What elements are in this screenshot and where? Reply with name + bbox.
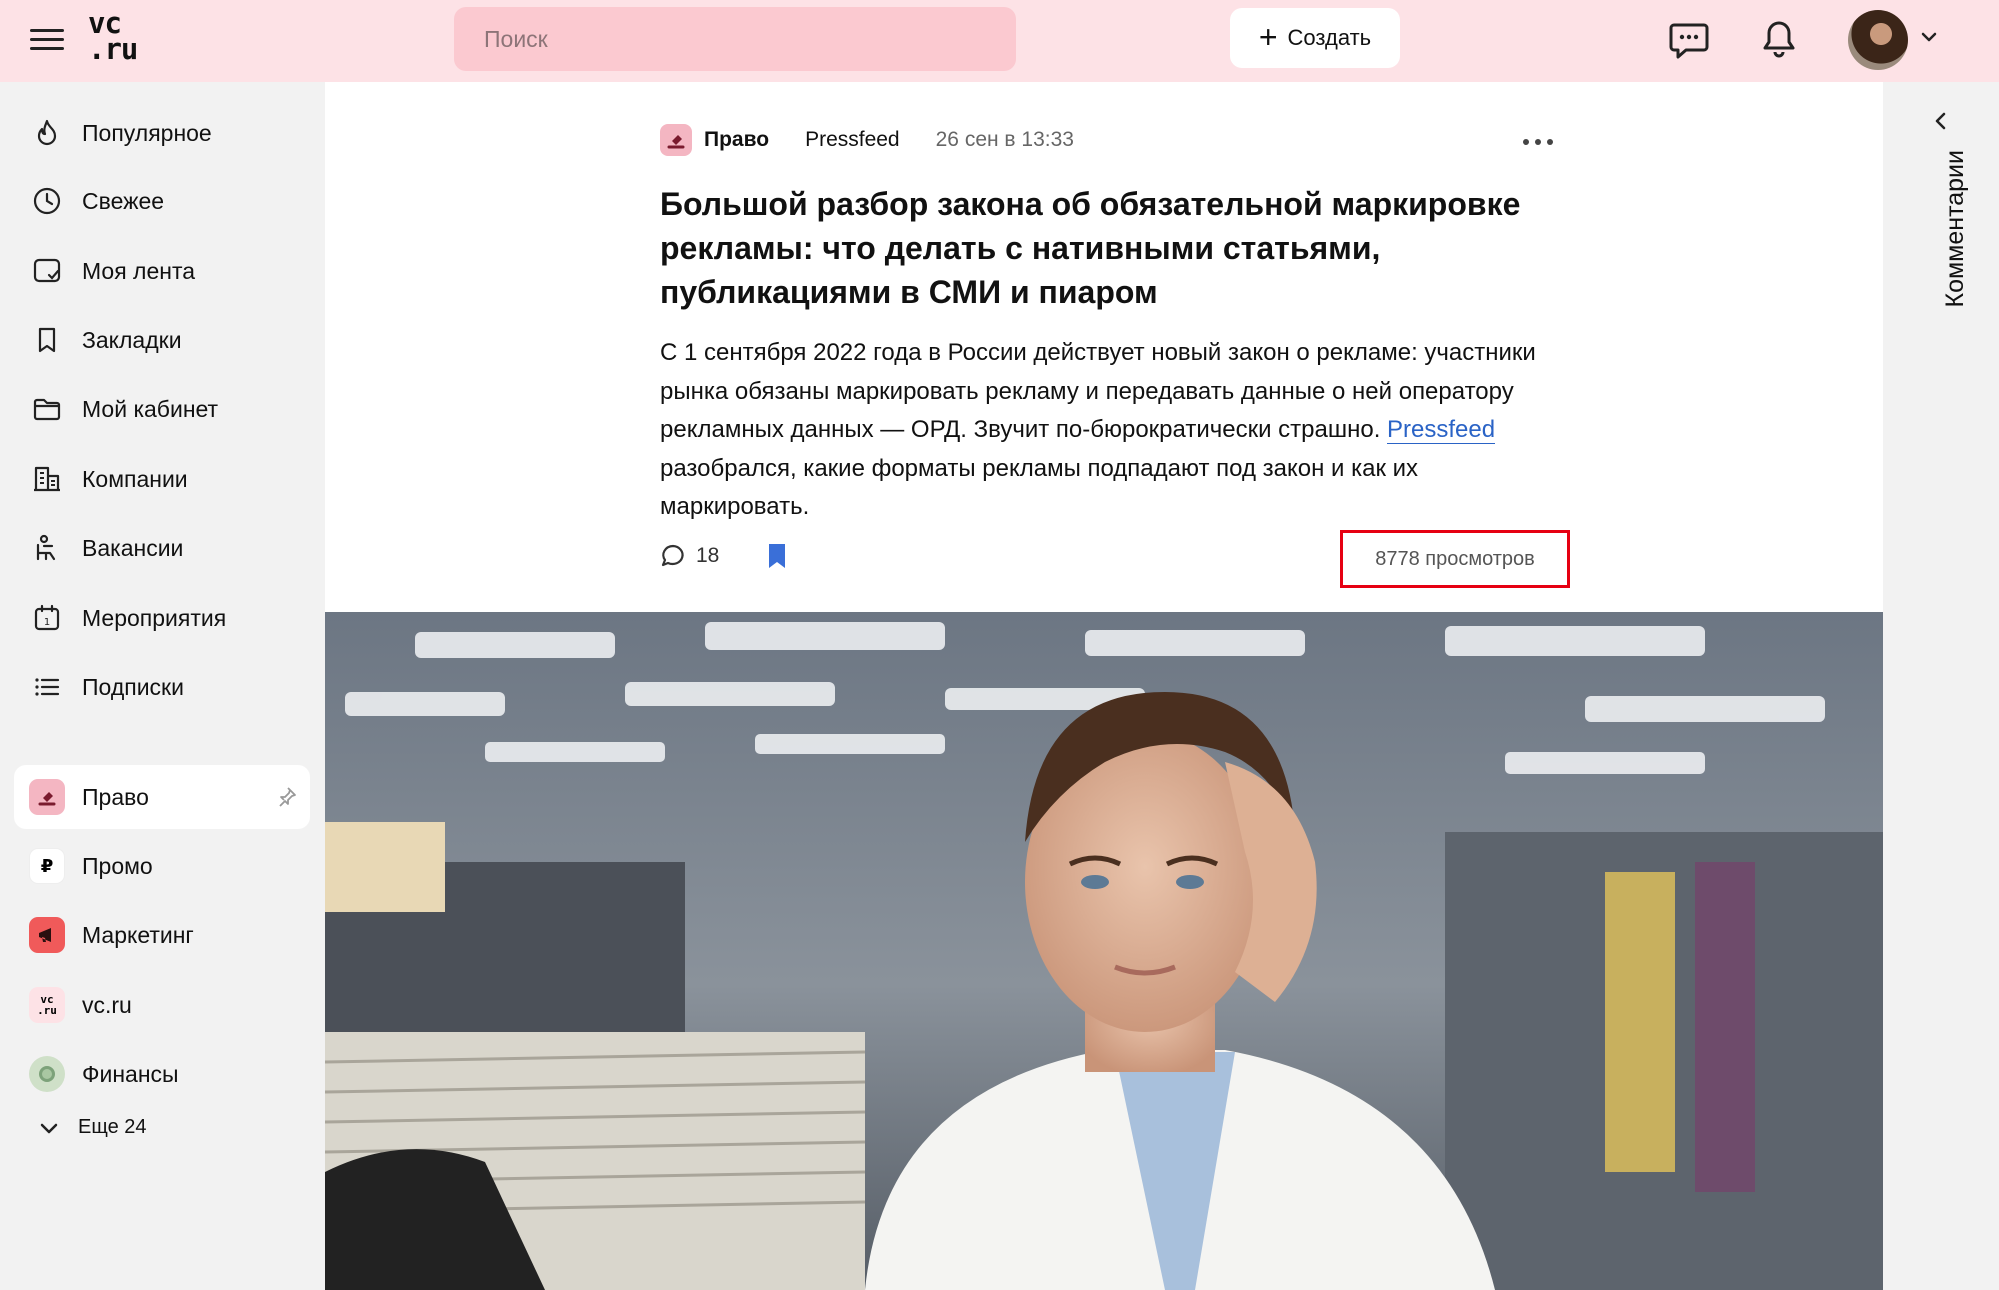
svg-text:1: 1 (44, 617, 50, 628)
show-more-button[interactable]: Еще 24 (38, 1116, 147, 1139)
article-title[interactable]: Большой разбор закона об обязательной ма… (660, 182, 1560, 314)
sidebar-item-label: Маркетинг (82, 921, 194, 948)
sidebar-item-label: Свежее (82, 187, 165, 214)
sidebar-item-finance[interactable]: Финансы (14, 1042, 310, 1106)
subsite-icon-wrap: vc .ru (28, 986, 66, 1024)
bookmark-icon (28, 321, 66, 359)
article-lead: С 1 сентября 2022 года в России действуе… (660, 334, 1560, 527)
coin-icon (29, 1056, 65, 1092)
list-icon (28, 668, 66, 706)
sidebar-item-events[interactable]: 1 Мероприятия (14, 586, 310, 650)
sidebar-item-label: Мой кабинет (82, 395, 219, 422)
cover-photo (325, 612, 1883, 1290)
sidebar-item-label: Мероприятия (82, 604, 227, 631)
search-input[interactable] (454, 7, 1016, 71)
sidebar-item-bookmarks[interactable]: Закладки (14, 308, 310, 372)
subsite-icon-wrap: ₽ (28, 847, 66, 885)
sidebar: Популярное Свежее Моя лента Закладки Мой… (0, 82, 325, 1290)
show-more-label: Еще 24 (78, 1116, 147, 1138)
create-button[interactable]: + Создать (1230, 8, 1400, 68)
article-author-link[interactable]: Pressfeed (805, 128, 900, 152)
plus-icon: + (1258, 18, 1278, 55)
vc-logo-icon: vc .ru (29, 987, 65, 1023)
chevron-left-icon[interactable] (1930, 110, 1952, 132)
sidebar-item-label: Право (82, 783, 149, 810)
sidebar-item-companies[interactable]: Компании (14, 447, 310, 511)
menu-icon[interactable] (30, 22, 64, 56)
sidebar-item-vcru[interactable]: vc .ru vc.ru (14, 973, 310, 1037)
comments-rail: Комментарии (1883, 82, 1999, 1290)
sidebar-item-label: Финансы (82, 1060, 179, 1087)
feed-icon (28, 252, 66, 290)
sidebar-item-vacancies[interactable]: Вакансии (14, 516, 310, 580)
avatar[interactable] (1848, 10, 1908, 70)
sidebar-item-subscriptions[interactable]: Подписки (14, 655, 310, 719)
article-meta: Право Pressfeed 26 сен в 13:33 (660, 124, 1074, 156)
sidebar-item-pravo[interactable]: Право (14, 765, 310, 829)
sidebar-item-label: Промо (82, 852, 153, 879)
lead-link-pressfeed[interactable]: Pressfeed (1387, 416, 1496, 444)
sidebar-item-label: Вакансии (82, 534, 184, 561)
sidebar-item-label: Закладки (82, 326, 182, 353)
folder-icon (28, 390, 66, 428)
article-cover-image[interactable] (325, 612, 1883, 1290)
bell-icon[interactable] (1756, 16, 1802, 62)
gavel-icon[interactable] (660, 124, 692, 156)
top-header: vc .ru + Создать (0, 0, 1999, 82)
comments-button[interactable]: 18 (660, 543, 719, 569)
gavel-icon (29, 779, 65, 815)
article-date[interactable]: 26 сен в 13:33 (936, 128, 1074, 152)
subsite-icon-wrap (28, 916, 66, 954)
clock-icon (28, 182, 66, 220)
lead-text-2: разобрался, какие форматы рекламы подпад… (660, 454, 1419, 521)
fire-icon (28, 114, 66, 152)
sidebar-item-label: Популярное (82, 119, 212, 146)
sidebar-item-my-feed[interactable]: Моя лента (14, 239, 310, 303)
chair-icon (28, 529, 66, 567)
chevron-down-icon[interactable] (1918, 26, 1940, 48)
sidebar-item-fresh[interactable]: Свежее (14, 169, 310, 233)
sidebar-item-popular[interactable]: Популярное (14, 101, 310, 165)
subsite-icon-wrap (28, 1055, 66, 1093)
article-actions: 18 (660, 542, 789, 570)
sidebar-item-label: Компании (82, 465, 188, 492)
bookmark-icon[interactable] (765, 542, 789, 570)
article-card: Право Pressfeed 26 сен в 13:33 Большой р… (325, 82, 1883, 1290)
ruble-icon: ₽ (29, 848, 65, 884)
building-icon (28, 460, 66, 498)
views-count: 8778 просмотров (1340, 530, 1570, 588)
site-logo[interactable]: vc .ru (88, 9, 150, 68)
sidebar-item-label: Моя лента (82, 257, 196, 284)
messages-icon[interactable] (1666, 16, 1712, 62)
sidebar-item-marketing[interactable]: Маркетинг (14, 903, 310, 967)
logo-line-2: .ru (88, 32, 138, 66)
comment-icon (661, 544, 684, 567)
subsite-icon-wrap (28, 778, 66, 816)
megaphone-icon (29, 917, 65, 953)
comments-count: 18 (696, 544, 720, 567)
chevron-down-icon (40, 1123, 58, 1133)
article-category-link[interactable]: Право (704, 128, 769, 152)
sidebar-item-promo[interactable]: ₽ Промо (14, 834, 310, 898)
calendar-icon: 1 (28, 599, 66, 637)
sidebar-item-label: vc.ru (82, 991, 132, 1018)
sidebar-item-cabinet[interactable]: Мой кабинет (14, 377, 310, 441)
create-button-label: Создать (1287, 25, 1372, 50)
pin-icon[interactable] (274, 785, 298, 809)
comments-toggle[interactable]: Комментарии (1941, 150, 1971, 410)
sidebar-item-label: Подписки (82, 673, 184, 700)
more-options-icon[interactable] (1515, 132, 1561, 152)
